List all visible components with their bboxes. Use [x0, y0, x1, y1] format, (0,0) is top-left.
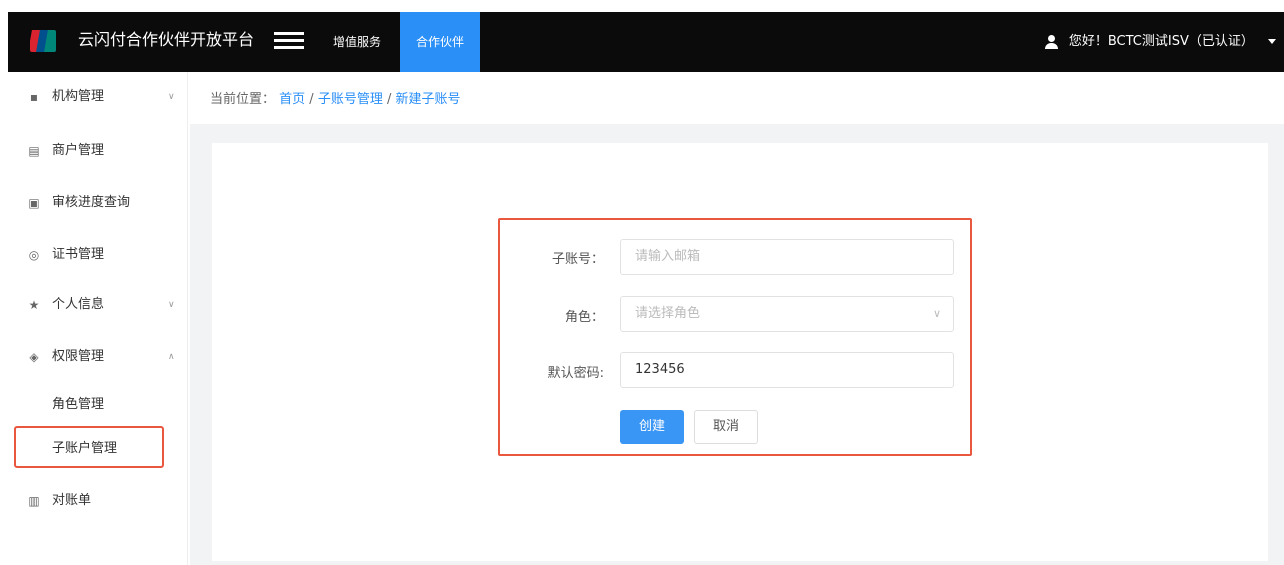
sidebar-item-label: 角色管理 [52, 397, 105, 412]
user-menu[interactable]: 您好！BCTC测试ISV（已认证） [1044, 12, 1276, 72]
chevron-down-icon: ∨ [168, 92, 175, 102]
sidebar-item-subaccount-management[interactable]: 子账户管理 [8, 424, 188, 474]
unionpay-logo[interactable] [30, 30, 56, 52]
breadcrumb: 当前位置： 首页 / 子账号管理 / 新建子账号 [210, 88, 461, 107]
chevron-down-icon: ∨ [168, 300, 175, 310]
sidebar-item-label: 机构管理 [52, 89, 105, 104]
statement-icon: ▥ [28, 494, 40, 508]
caret-down-icon [1268, 39, 1276, 44]
sidebar-item-label: 审核进度查询 [52, 195, 131, 210]
platform-title: 云闪付合作伙伴开放平台 [78, 30, 255, 49]
role-select[interactable]: 请选择角色 ∨ [620, 296, 954, 332]
role-placeholder: 请选择角色 [635, 306, 701, 321]
sidebar-item-role-management[interactable]: 角色管理 [8, 380, 188, 430]
clipboard-icon: ▣ [28, 196, 40, 210]
sidebar-item-label: 证书管理 [52, 247, 105, 262]
sidebar-item-statement[interactable]: ▥ 对账单 [8, 476, 188, 526]
top-navbar: 云闪付合作伙伴开放平台 增值服务 合作伙伴 您好！BCTC测试ISV（已认证） [8, 12, 1284, 72]
permission-icon: ◈ [29, 350, 39, 364]
subaccount-email-input[interactable]: 请输入邮箱 [620, 239, 954, 275]
sidebar: ▪ 机构管理 ∨ ▤ 商户管理 ▣ 审核进度查询 ◎ 证书管理 ★ 个人信息 ∨… [8, 72, 188, 565]
chevron-up-icon: ∧ [168, 352, 175, 362]
breadcrumb-subaccount-management[interactable]: 子账号管理 [318, 92, 383, 107]
certificate-icon: ◎ [28, 248, 40, 262]
breadcrumb-home[interactable]: 首页 [279, 92, 305, 107]
grid-icon: ▪ [29, 90, 39, 104]
sidebar-item-label: 商户管理 [52, 143, 105, 158]
default-password-input[interactable]: 123456 [620, 352, 954, 388]
sidebar-item-label: 个人信息 [52, 297, 105, 312]
sidebar-item-institution[interactable]: ▪ 机构管理 ∨ [8, 72, 188, 122]
subaccount-label: 子账号： [551, 252, 604, 267]
star-icon: ★ [28, 298, 40, 312]
default-password-label: 默认密码: [547, 366, 604, 381]
breadcrumb-separator: / [305, 92, 318, 107]
breadcrumb-new-subaccount[interactable]: 新建子账号 [396, 92, 461, 107]
cancel-button[interactable]: 取消 [694, 410, 758, 444]
create-button[interactable]: 创建 [620, 410, 684, 444]
sidebar-item-certificate[interactable]: ◎ 证书管理 [8, 230, 188, 280]
user-icon [1044, 34, 1061, 49]
sidebar-item-review-progress[interactable]: ▣ 审核进度查询 [8, 178, 188, 228]
sidebar-item-label: 权限管理 [52, 349, 105, 364]
sidebar-item-merchant[interactable]: ▤ 商户管理 [8, 126, 188, 176]
menu-toggle-icon[interactable] [274, 32, 304, 50]
breadcrumb-prefix: 当前位置： [210, 92, 276, 107]
new-subaccount-form: 子账号： 请输入邮箱 角色： 请选择角色 ∨ 默认密码: 123456 创建 取… [498, 218, 972, 456]
chevron-down-icon: ∨ [932, 307, 941, 320]
role-label: 角色： [564, 310, 604, 325]
sidebar-item-label: 对账单 [52, 493, 92, 508]
nav-partners[interactable]: 合作伙伴 [400, 12, 480, 72]
breadcrumb-separator: / [382, 92, 396, 107]
user-greeting: 您好！BCTC测试ISV（已认证） [1068, 34, 1254, 49]
sidebar-item-personal-info[interactable]: ★ 个人信息 ∨ [8, 280, 188, 330]
sidebar-item-label: 子账户管理 [52, 441, 118, 456]
sidebar-item-permissions[interactable]: ◈ 权限管理 ∧ [8, 332, 188, 382]
nav-value-added-services[interactable]: 增值服务 [322, 12, 392, 72]
store-icon: ▤ [28, 144, 40, 158]
